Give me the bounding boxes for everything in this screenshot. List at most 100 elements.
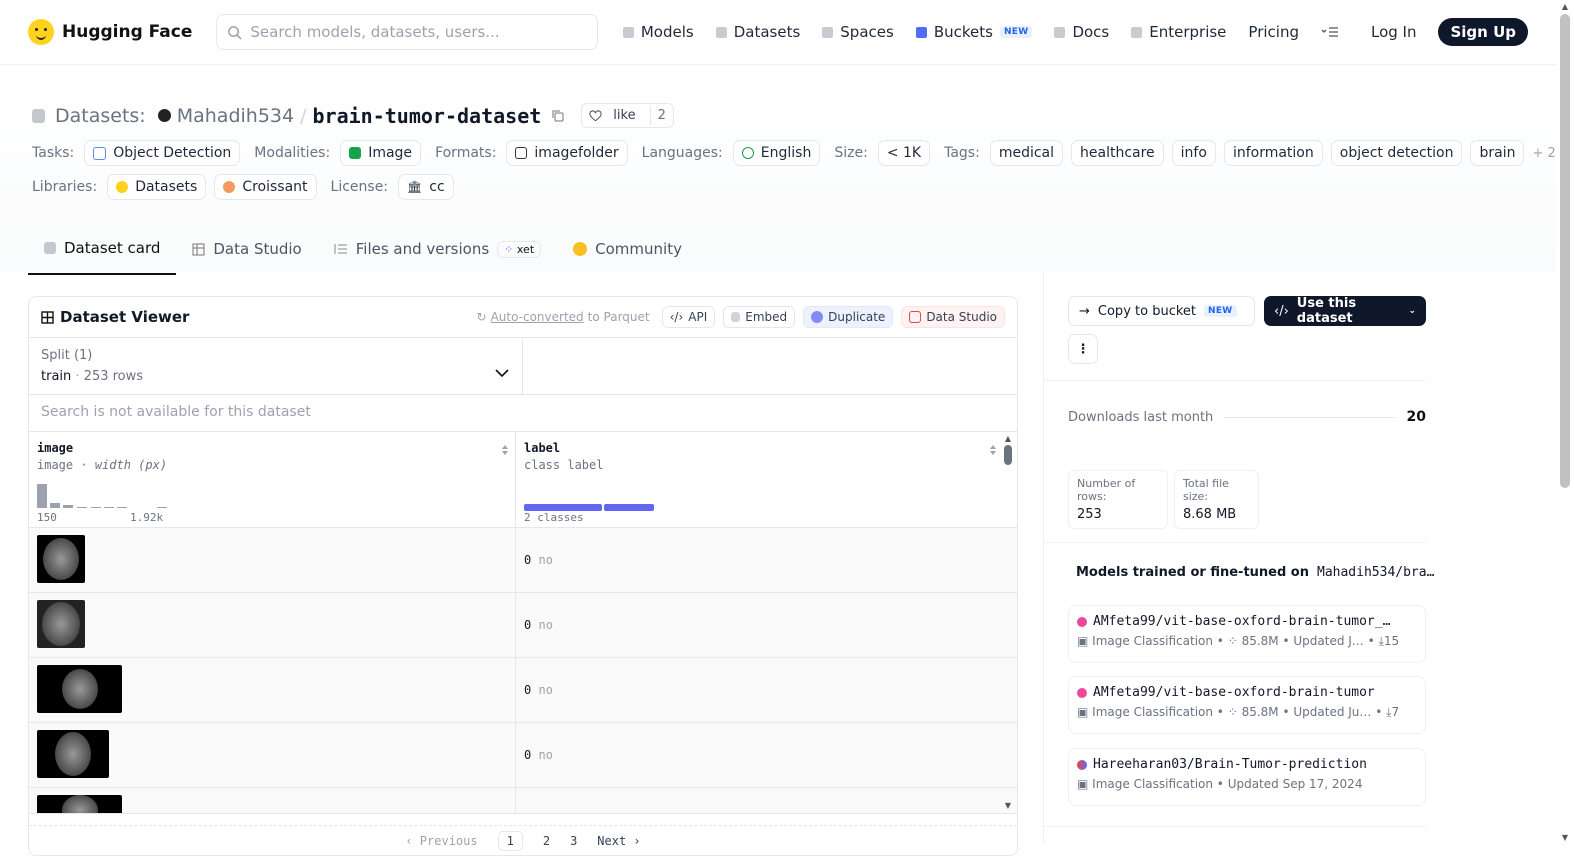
dataset-viewer: Dataset Viewer ↻ Auto-converted to Parquet… [28,296,1018,856]
size-value: 8.68 MB [1183,507,1237,522]
mri-thumbnail[interactable] [37,600,85,648]
formats-label: Formats: [435,145,497,161]
table-row[interactable] [29,788,1017,814]
tag-chip-label: healthcare [1080,145,1155,161]
table-row[interactable]: 0 no [29,658,1017,723]
tag-chip[interactable]: medical [989,140,1064,166]
mri-thumbnail[interactable] [37,730,109,778]
column-header-image[interactable]: image image · width (px) 150 1.92k [29,432,516,527]
duplicate-label: Duplicate [828,310,886,324]
logo[interactable]: Hugging Face [28,19,192,45]
page-button[interactable]: 3 [570,834,577,848]
page-button[interactable]: 1 [497,830,523,851]
table-row[interactable]: 0 no [29,528,1017,593]
label-name: no [538,748,553,762]
viewer-title: Dataset Viewer [41,308,189,326]
search-placeholder: Search models, datasets, users... [250,23,500,41]
tasks-label: Tasks: [32,145,75,161]
nav-models[interactable]: Models [622,23,694,41]
nav-docs[interactable]: Docs [1054,23,1109,41]
login-link[interactable]: Log In [1371,23,1417,41]
table-row[interactable]: 0 no [29,723,1017,788]
tab-community[interactable]: Community [557,225,698,275]
copy-to-bucket-button[interactable]: → Copy to bucket NEW [1068,296,1255,326]
duplicate-button[interactable]: Duplicate [803,306,894,328]
tab-dataset-card[interactable]: Dataset card [28,225,177,275]
scrollbar-thumb[interactable] [1560,14,1570,488]
mri-thumbnail[interactable] [37,535,85,583]
tab-data-studio[interactable]: Data Studio [176,225,317,275]
library-datasets-chip[interactable]: Datasets [107,174,207,200]
more-options-button[interactable]: ⋮ [1068,334,1098,364]
use-dataset-button[interactable]: ‹/› Use this dataset ⌄ [1264,296,1426,326]
model-card[interactable]: Hareeharan03/Brain-Tumor-prediction ▣ Im… [1068,748,1426,806]
tag-chip-label: medical [998,145,1055,161]
nav-spaces[interactable]: Spaces [822,23,894,41]
table-row[interactable]: 0 no [29,593,1017,658]
tab-community-label: Community [595,240,682,258]
model-card[interactable]: AMfeta99/vit-base-oxford-brain-tumor_… ▣… [1068,605,1426,663]
split-name: train [41,369,72,384]
model-avatar [1077,616,1087,627]
nav-buckets[interactable]: Buckets NEW [915,23,1033,41]
tag-chip-label: brain [1479,145,1516,161]
sort-icon[interactable] [501,444,509,456]
nav-datasets[interactable]: Datasets [715,23,800,41]
image-icon [349,147,362,159]
signup-button[interactable]: Sign Up [1438,18,1528,46]
embed-icon [731,312,741,322]
mri-thumbnail[interactable] [37,665,122,713]
size-chip[interactable]: < 1K [877,140,931,166]
model-name: AMfeta99/vit-base-oxford-brain-tumor [1093,685,1375,700]
embed-button[interactable]: Embed [723,306,796,328]
models-section-title: Models trained or fine-tuned on Mahadih5… [1068,565,1434,580]
nav-enterprise[interactable]: Enterprise [1131,23,1226,41]
model-updated: Updated J… [1293,634,1364,648]
more-menu-button[interactable] [1321,26,1339,38]
tags-label: Tags: [944,145,980,161]
api-button[interactable]: ‹/› API [661,306,716,328]
tag-chip[interactable]: object detection [1330,140,1463,166]
license-chip[interactable]: 🏛 cc [398,174,454,200]
table-scrollbar[interactable]: ▲ ▼ [1003,434,1013,810]
nav-pricing[interactable]: Pricing [1248,23,1299,41]
owner-link[interactable]: Mahadih534 [177,105,294,127]
tag-chip[interactable]: brain [1470,140,1525,166]
tag-chip[interactable]: info [1171,140,1216,166]
page-scrollbar[interactable]: ▲ ▼ [1556,0,1574,844]
histogram-max: 1.92k [130,511,164,524]
cube-icon [44,242,56,254]
column-type: class label [524,458,604,472]
library-croissant-chip[interactable]: Croissant [214,174,317,200]
copy-icon[interactable] [551,109,565,123]
split-label: Split (1) [41,348,93,363]
more-tags-link[interactable]: + 2 [1532,146,1555,161]
top-navbar: Hugging Face Search models, datasets, us… [0,0,1556,65]
column-header-label[interactable]: label class label 2 classes [516,432,1003,527]
page-button[interactable]: 2 [543,834,550,848]
models-dataset-ref[interactable]: Mahadih534/bra… [1317,565,1434,580]
split-selector[interactable]: Split (1) train · 253 rows [29,338,523,394]
sort-icon[interactable] [989,444,997,456]
model-card[interactable]: AMfeta99/vit-base-oxford-brain-tumor ▣ I… [1068,676,1426,734]
tag-chip[interactable]: information [1223,140,1323,166]
next-page-button[interactable]: Next › [597,834,640,848]
language-chip[interactable]: English [732,140,821,166]
tag-chip[interactable]: healthcare [1071,140,1164,166]
mri-thumbnail[interactable] [37,795,122,813]
format-chip[interactable]: imagefolder [506,140,628,166]
task-chip[interactable]: Object Detection [84,140,241,166]
prev-page-button[interactable]: ‹ Previous [405,834,477,848]
dataset-name[interactable]: brain-tumor-dataset [313,104,542,128]
data-studio-button[interactable]: Data Studio [901,306,1005,328]
modality-chip[interactable]: Image [340,140,422,166]
global-search-input[interactable]: Search models, datasets, users... [216,14,599,50]
label-id: 0 [524,553,532,567]
nav-spaces-label: Spaces [840,23,894,41]
downloads-line [1225,416,1395,418]
tab-files[interactable]: Files and versions ⁘ xet [318,225,557,275]
like-button[interactable]: like 2 [581,103,674,128]
histogram-min: 150 [37,511,57,524]
auto-converted-link[interactable]: Auto-converted [491,310,584,324]
label-name: no [538,683,553,697]
